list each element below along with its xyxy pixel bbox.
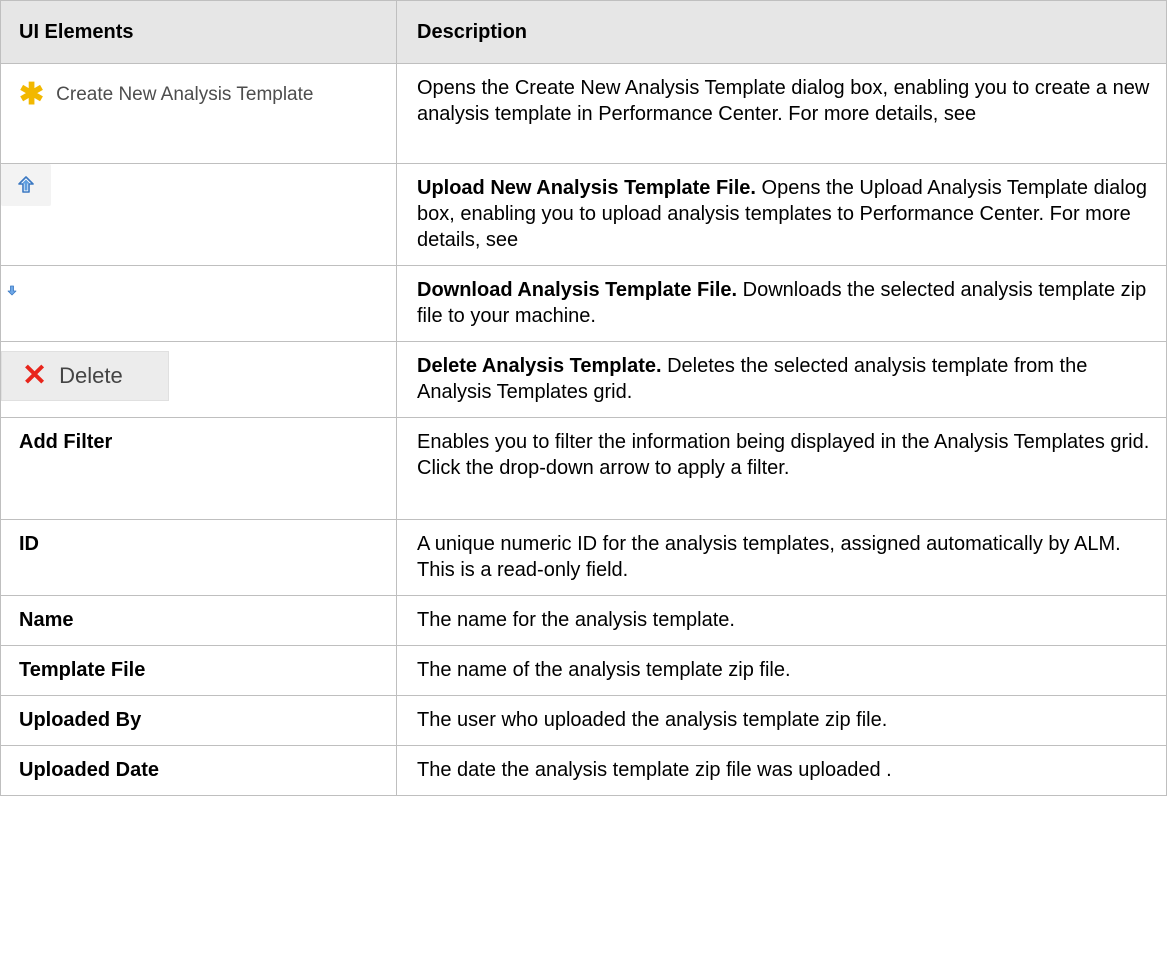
table-row: Uploaded By The user who uploaded the an… xyxy=(0,695,1167,746)
description-cell: Download Analysis Template File. Downloa… xyxy=(396,265,1167,342)
description-cell: A unique numeric ID for the analysis tem… xyxy=(396,519,1167,596)
table-row: ✱ Create New Analysis Template Opens the… xyxy=(0,63,1167,164)
element-cell xyxy=(0,265,397,342)
element-name: Uploaded By xyxy=(0,695,397,746)
ui-elements-table: UI Elements Description ✱ Create New Ana… xyxy=(0,0,1167,796)
element-name: Add Filter xyxy=(0,417,397,520)
description-cell: The user who uploaded the analysis templ… xyxy=(396,695,1167,746)
table-row: Upload New Analysis Template File. Opens… xyxy=(0,163,1167,266)
description-cell: The date the analysis template zip file … xyxy=(396,745,1167,796)
description-cell: Opens the Create New Analysis Template d… xyxy=(396,63,1167,164)
description-title: Delete Analysis Template. xyxy=(417,355,662,377)
description-text: Opens the Create New Analysis Template d… xyxy=(417,77,1150,125)
element-name: ID xyxy=(0,519,397,596)
table-row: Name The name for the analysis template. xyxy=(0,595,1167,646)
delete-x-icon: ✕ xyxy=(22,359,48,392)
header-ui-elements: UI Elements xyxy=(0,0,397,64)
create-new-analysis-template-label: Create New Analysis Template xyxy=(56,84,314,105)
table-header-row: UI Elements Description xyxy=(0,0,1167,64)
description-cell: The name for the analysis template. xyxy=(396,595,1167,646)
description-title: Download Analysis Template File. xyxy=(417,279,738,301)
create-new-analysis-template-button[interactable]: ✱ Create New Analysis Template xyxy=(19,78,314,111)
element-cell xyxy=(0,163,397,266)
delete-button[interactable]: ✕ Delete xyxy=(1,351,169,401)
table-row: Template File The name of the analysis t… xyxy=(0,645,1167,696)
element-cell: ✕ Delete xyxy=(0,341,397,418)
description-cell: The name of the analysis template zip fi… xyxy=(396,645,1167,696)
description-cell: Upload New Analysis Template File. Opens… xyxy=(396,163,1167,266)
table-row: Add Filter Enables you to filter the inf… xyxy=(0,417,1167,520)
element-name: Template File xyxy=(0,645,397,696)
table-row: Uploaded Date The date the analysis temp… xyxy=(0,745,1167,796)
asterisk-icon: ✱ xyxy=(19,78,45,111)
upload-template-button[interactable] xyxy=(1,164,51,206)
download-arrow-icon xyxy=(7,285,17,296)
upload-arrow-icon xyxy=(18,176,34,193)
element-cell: ✱ Create New Analysis Template xyxy=(0,63,397,164)
description-cell: Delete Analysis Template. Deletes the se… xyxy=(396,341,1167,418)
element-name: Uploaded Date xyxy=(0,745,397,796)
description-cell: Enables you to filter the information be… xyxy=(396,417,1167,520)
download-template-button[interactable] xyxy=(1,279,23,302)
table-row: ✕ Delete Delete Analysis Template. Delet… xyxy=(0,341,1167,418)
element-name: Name xyxy=(0,595,397,646)
table-row: Download Analysis Template File. Downloa… xyxy=(0,265,1167,342)
header-description: Description xyxy=(396,0,1167,64)
description-title: Upload New Analysis Template File. xyxy=(417,177,756,199)
table-row: ID A unique numeric ID for the analysis … xyxy=(0,519,1167,596)
delete-label: Delete xyxy=(59,363,123,388)
